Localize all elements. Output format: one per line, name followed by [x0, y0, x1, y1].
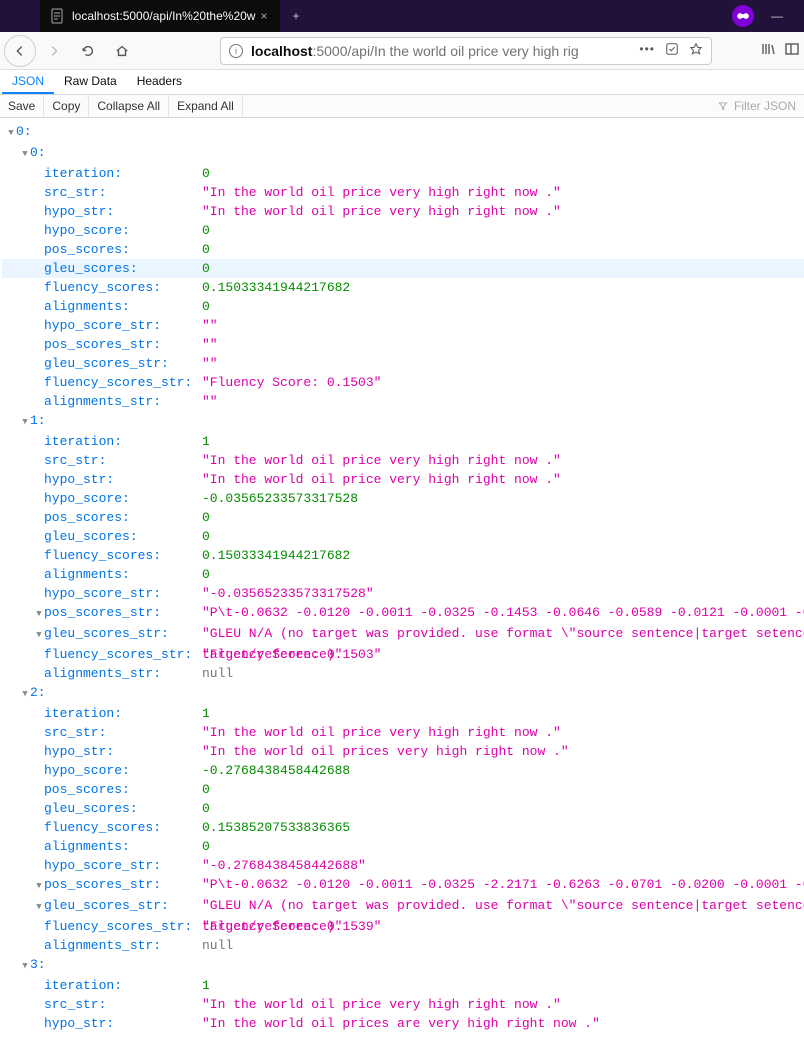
toggle-icon[interactable]: ▼: [6, 124, 16, 143]
url-host: localhost: [251, 43, 312, 59]
bookmark-icon[interactable]: [689, 42, 703, 59]
close-icon[interactable]: ×: [256, 9, 272, 23]
toggle-icon[interactable]: ▼: [34, 898, 44, 917]
window-minimize-icon[interactable]: —: [762, 9, 792, 23]
json-toolbar: Save Copy Collapse All Expand All Filter…: [0, 95, 804, 118]
json-row[interactable]: iteration:0: [2, 164, 804, 183]
back-button[interactable]: [4, 35, 36, 67]
toggle-icon[interactable]: ▼: [20, 957, 30, 976]
url-bar[interactable]: i localhost:5000/api/In the world oil pr…: [220, 37, 712, 65]
json-file-icon: [50, 8, 66, 24]
new-tab-button[interactable]: +: [282, 0, 310, 32]
toggle-icon[interactable]: ▼: [20, 685, 30, 704]
json-row[interactable]: alignments:0: [2, 837, 804, 856]
reader-mode-icon[interactable]: [665, 42, 679, 59]
info-icon[interactable]: i: [229, 44, 243, 58]
url-path: :5000/api/In the world oil price very hi…: [312, 43, 578, 59]
private-browsing-icon: [732, 5, 754, 27]
json-row[interactable]: ▼1:: [2, 411, 804, 432]
json-row[interactable]: gleu_scores:0: [2, 259, 804, 278]
json-row[interactable]: ▼2:: [2, 683, 804, 704]
json-row[interactable]: src_str:"In the world oil price very hig…: [2, 183, 804, 202]
json-row[interactable]: iteration:1: [2, 432, 804, 451]
title-bar-right: —: [732, 0, 804, 32]
json-row[interactable]: src_str:"In the world oil price very hig…: [2, 723, 804, 742]
expand-all-button[interactable]: Expand All: [169, 95, 243, 117]
json-row[interactable]: gleu_scores_str:"": [2, 354, 804, 373]
json-row[interactable]: fluency_scores_str:"Fluency Score: 0.150…: [2, 373, 804, 392]
json-row[interactable]: hypo_score:0: [2, 221, 804, 240]
json-row[interactable]: ▼pos_scores_str:"P\t-0.0632 -0.0120 -0.0…: [2, 603, 804, 624]
save-button[interactable]: Save: [0, 95, 44, 117]
json-row[interactable]: ▼3:: [2, 955, 804, 976]
toggle-icon[interactable]: ▼: [20, 413, 30, 432]
toggle-icon[interactable]: ▼: [20, 145, 30, 164]
json-row[interactable]: gleu_scores:0: [2, 527, 804, 546]
collapse-all-button[interactable]: Collapse All: [89, 95, 169, 117]
json-row[interactable]: hypo_score_str:"-0.2768438458442688": [2, 856, 804, 875]
tab-raw-data[interactable]: Raw Data: [54, 70, 127, 94]
json-row[interactable]: hypo_score:-0.03565233573317528: [2, 489, 804, 508]
tab-json[interactable]: JSON: [2, 70, 54, 94]
json-row[interactable]: fluency_scores:0.15385207533836365: [2, 818, 804, 837]
filter-icon: [718, 101, 728, 111]
json-row[interactable]: ▼gleu_scores_str:"GLEU N/A (no target wa…: [2, 624, 804, 645]
reload-button[interactable]: [72, 35, 104, 67]
json-row[interactable]: alignments_str:null: [2, 936, 804, 955]
copy-button[interactable]: Copy: [44, 95, 89, 117]
json-row[interactable]: fluency_scores_str:"Fluency Score: 0.150…: [2, 645, 804, 664]
tab-title: localhost:5000/api/In%20the%20wo: [72, 9, 256, 23]
json-row[interactable]: pos_scores:0: [2, 240, 804, 259]
json-row[interactable]: ▼0:: [2, 122, 804, 143]
json-row[interactable]: pos_scores_str:"": [2, 335, 804, 354]
json-row[interactable]: hypo_str:"In the world oil prices very h…: [2, 742, 804, 761]
json-row[interactable]: hypo_str:"In the world oil price very hi…: [2, 202, 804, 221]
json-row[interactable]: pos_scores:0: [2, 780, 804, 799]
browser-tab[interactable]: localhost:5000/api/In%20the%20wo ×: [40, 0, 280, 32]
view-tabs: JSON Raw Data Headers: [0, 70, 804, 95]
sidebar-icon[interactable]: [784, 41, 800, 60]
filter-input[interactable]: Filter JSON: [710, 95, 804, 117]
page-actions-icon[interactable]: •••: [639, 42, 655, 59]
json-row[interactable]: alignments_str:"": [2, 392, 804, 411]
json-row[interactable]: ▼pos_scores_str:"P\t-0.0632 -0.0120 -0.0…: [2, 875, 804, 896]
json-row[interactable]: hypo_str:"In the world oil prices are ve…: [2, 1014, 804, 1033]
json-viewer: ▼0:▼0:iteration:0src_str:"In the world o…: [0, 118, 804, 1053]
json-row[interactable]: alignments:0: [2, 297, 804, 316]
json-row[interactable]: gleu_scores:0: [2, 799, 804, 818]
json-row[interactable]: hypo_score_str:"": [2, 316, 804, 335]
tab-headers[interactable]: Headers: [127, 70, 192, 94]
forward-button[interactable]: [38, 35, 70, 67]
json-row[interactable]: fluency_scores:0.15033341944217682: [2, 278, 804, 297]
library-icon[interactable]: [760, 41, 776, 60]
title-bar: localhost:5000/api/In%20the%20wo × + —: [0, 0, 804, 32]
json-row[interactable]: hypo_score_str:"-0.03565233573317528": [2, 584, 804, 603]
home-button[interactable]: [106, 35, 138, 67]
json-row[interactable]: hypo_str:"In the world oil price very hi…: [2, 470, 804, 489]
json-row[interactable]: pos_scores:0: [2, 508, 804, 527]
json-row[interactable]: iteration:1: [2, 976, 804, 995]
json-row[interactable]: iteration:1: [2, 704, 804, 723]
navigation-bar: i localhost:5000/api/In the world oil pr…: [0, 32, 804, 70]
json-row[interactable]: hypo_score:-0.2768438458442688: [2, 761, 804, 780]
toggle-icon[interactable]: ▼: [34, 626, 44, 645]
toggle-icon[interactable]: ▼: [34, 877, 44, 896]
json-row[interactable]: src_str:"In the world oil price very hig…: [2, 995, 804, 1014]
json-row[interactable]: fluency_scores_str:"Fluency Score: 0.153…: [2, 917, 804, 936]
toggle-icon[interactable]: ▼: [34, 605, 44, 624]
json-row[interactable]: alignments_str:null: [2, 664, 804, 683]
json-row[interactable]: src_str:"In the world oil price very hig…: [2, 451, 804, 470]
json-row[interactable]: alignments:0: [2, 565, 804, 584]
json-row[interactable]: fluency_scores:0.15033341944217682: [2, 546, 804, 565]
json-row[interactable]: ▼gleu_scores_str:"GLEU N/A (no target wa…: [2, 896, 804, 917]
json-row[interactable]: ▼0:: [2, 143, 804, 164]
